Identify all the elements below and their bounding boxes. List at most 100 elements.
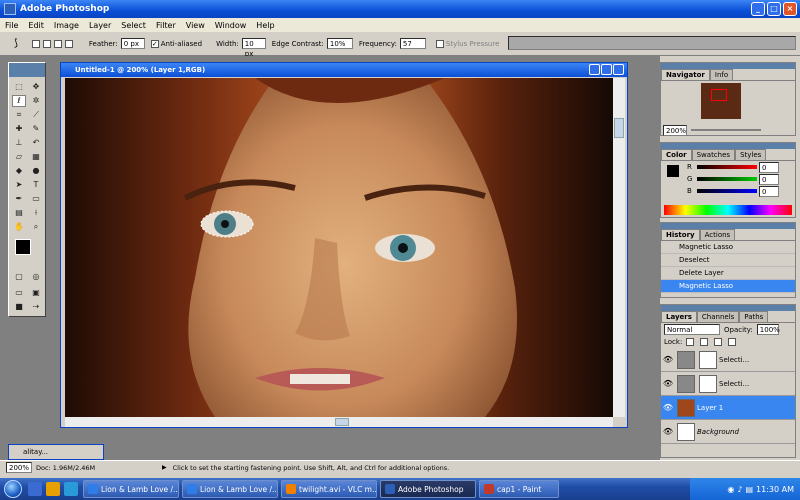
menu-view[interactable]: View <box>181 21 210 30</box>
volume-icon[interactable]: ♪ <box>737 485 742 494</box>
start-button[interactable] <box>0 478 26 500</box>
move-tool-icon[interactable]: ✥ <box>29 81 43 93</box>
foreground-color-swatch[interactable] <box>15 239 31 255</box>
add-selection-icon[interactable] <box>42 39 51 48</box>
quick-launch-icon[interactable] <box>64 482 78 496</box>
crop-tool-icon[interactable]: ⌗ <box>12 109 26 121</box>
task-button-active[interactable]: Adobe Photoshop <box>380 480 476 498</box>
eraser-tool-icon[interactable]: ▱ <box>12 151 26 163</box>
status-doc-size[interactable]: Doc: 1.96M/2.46M <box>36 464 156 472</box>
layer-row-selected[interactable]: 👁 Layer 1 <box>661 396 795 420</box>
tab-actions[interactable]: Actions <box>699 229 736 240</box>
eye-icon[interactable]: 👁 <box>661 403 675 412</box>
menu-select[interactable]: Select <box>116 21 151 30</box>
layer-row[interactable]: 👁 Selecti... <box>661 372 795 396</box>
shape-tool-icon[interactable]: ▭ <box>29 193 43 205</box>
intersect-selection-icon[interactable] <box>64 39 73 48</box>
quick-mask-mode-icon[interactable]: ◎ <box>29 271 43 283</box>
clock[interactable]: 11:30 AM <box>756 485 794 494</box>
dodge-tool-icon[interactable]: ● <box>29 165 43 177</box>
document-maximize-button[interactable] <box>601 64 612 75</box>
screen-mode-full-icon[interactable]: ▣ <box>29 287 43 299</box>
document-close-button[interactable] <box>613 64 624 75</box>
eyedropper-tool-icon[interactable]: ⟊ <box>29 207 43 219</box>
navigator-zoom-slider[interactable] <box>691 129 761 131</box>
palette-well[interactable] <box>508 36 796 50</box>
eye-icon[interactable]: 👁 <box>661 427 675 436</box>
minimized-document[interactable]: alitay... <box>8 444 104 460</box>
minimize-button[interactable]: _ <box>751 2 765 16</box>
subtract-selection-icon[interactable] <box>53 39 62 48</box>
menu-image[interactable]: Image <box>49 21 84 30</box>
tab-color[interactable]: Color <box>661 149 692 160</box>
feather-input[interactable]: 0 px <box>120 38 145 49</box>
blue-input[interactable]: 0 <box>759 186 779 197</box>
slice-tool-icon[interactable]: ⟋ <box>29 109 43 121</box>
frequency-input[interactable]: 57 <box>399 38 426 49</box>
navigator-zoom-input[interactable]: 200% <box>663 124 687 136</box>
lasso-tool-icon[interactable]: ℓ <box>12 95 26 107</box>
status-zoom-input[interactable]: 200% <box>6 462 32 473</box>
blend-mode-select[interactable]: Normal <box>664 324 720 335</box>
healing-brush-tool-icon[interactable]: ✚ <box>12 123 26 135</box>
tray-icon[interactable]: ◉ <box>727 485 734 494</box>
tab-layers[interactable]: Layers <box>661 311 697 322</box>
tab-styles[interactable]: Styles <box>735 149 767 160</box>
standard-mode-icon[interactable]: ▢ <box>12 271 26 283</box>
tab-navigator[interactable]: Navigator <box>661 69 710 80</box>
pen-tool-icon[interactable]: ✒ <box>12 193 26 205</box>
tab-info[interactable]: Info <box>709 69 734 80</box>
document-minimize-button[interactable] <box>589 64 600 75</box>
layer-row[interactable]: 👁 Selecti... <box>661 348 795 372</box>
jump-to-imageready-icon[interactable]: ⇢ <box>29 301 43 313</box>
layer-row[interactable]: 👁 Background <box>661 420 795 444</box>
navigator-thumbnail[interactable] <box>701 83 741 119</box>
eye-icon[interactable]: 👁 <box>661 379 675 388</box>
task-button[interactable]: cap1 - Paint <box>479 480 559 498</box>
task-button[interactable]: Lion & Lamb Love /... <box>83 480 179 498</box>
color-foreground-swatch[interactable] <box>667 165 679 177</box>
image-canvas[interactable] <box>65 78 613 417</box>
gradient-tool-icon[interactable]: ▦ <box>29 151 43 163</box>
marquee-tool-icon[interactable]: ⬚ <box>12 81 26 93</box>
blur-tool-icon[interactable]: ◆ <box>12 165 26 177</box>
menu-window[interactable]: Window <box>210 21 252 30</box>
type-tool-icon[interactable]: T <box>29 179 43 191</box>
antialiased-checkbox[interactable]: ✓ Anti-aliased <box>150 39 202 48</box>
red-slider[interactable] <box>697 165 757 169</box>
width-input[interactable]: 10 px <box>241 38 266 58</box>
network-icon[interactable]: ▤ <box>745 485 753 494</box>
new-selection-icon[interactable] <box>31 39 40 48</box>
tab-swatches[interactable]: Swatches <box>691 149 736 160</box>
tab-channels[interactable]: Channels <box>696 311 740 322</box>
history-item[interactable]: Deselect <box>661 254 795 267</box>
menu-help[interactable]: Help <box>251 21 279 30</box>
opacity-input[interactable]: 100% <box>756 324 780 335</box>
magic-wand-tool-icon[interactable]: ✲ <box>29 95 43 107</box>
eye-icon[interactable]: 👁 <box>661 355 675 364</box>
menu-edit[interactable]: Edit <box>23 21 49 30</box>
quick-launch-icon[interactable] <box>28 482 42 496</box>
task-button[interactable]: twilight.avi - VLC m... <box>281 480 377 498</box>
red-input[interactable]: 0 <box>759 162 779 173</box>
screen-mode-standard-icon[interactable]: ▭ <box>12 287 26 299</box>
hand-tool-icon[interactable]: ✋ <box>12 221 26 233</box>
clone-stamp-tool-icon[interactable]: ⊥ <box>12 137 26 149</box>
menu-filter[interactable]: Filter <box>151 21 181 30</box>
history-item[interactable]: Magnetic Lasso <box>661 241 795 254</box>
lock-transparency-checkbox[interactable] <box>686 338 695 346</box>
history-item-selected[interactable]: Magnetic Lasso <box>661 280 795 293</box>
lock-image-checkbox[interactable] <box>700 338 709 346</box>
task-button[interactable]: Lion & Lamb Love /... <box>182 480 278 498</box>
history-item[interactable]: Delete Layer <box>661 267 795 280</box>
lock-all-checkbox[interactable] <box>728 338 737 346</box>
green-slider[interactable] <box>697 177 757 181</box>
tab-history[interactable]: History <box>661 229 700 240</box>
document-vertical-scrollbar[interactable] <box>613 78 625 417</box>
blue-slider[interactable] <box>697 189 757 193</box>
color-spectrum-bar[interactable] <box>664 205 792 215</box>
navigator-view-box[interactable] <box>711 89 727 101</box>
brush-tool-icon[interactable]: ✎ <box>29 123 43 135</box>
path-selection-tool-icon[interactable]: ➤ <box>12 179 26 191</box>
edge-contrast-input[interactable]: 10% <box>326 38 353 49</box>
